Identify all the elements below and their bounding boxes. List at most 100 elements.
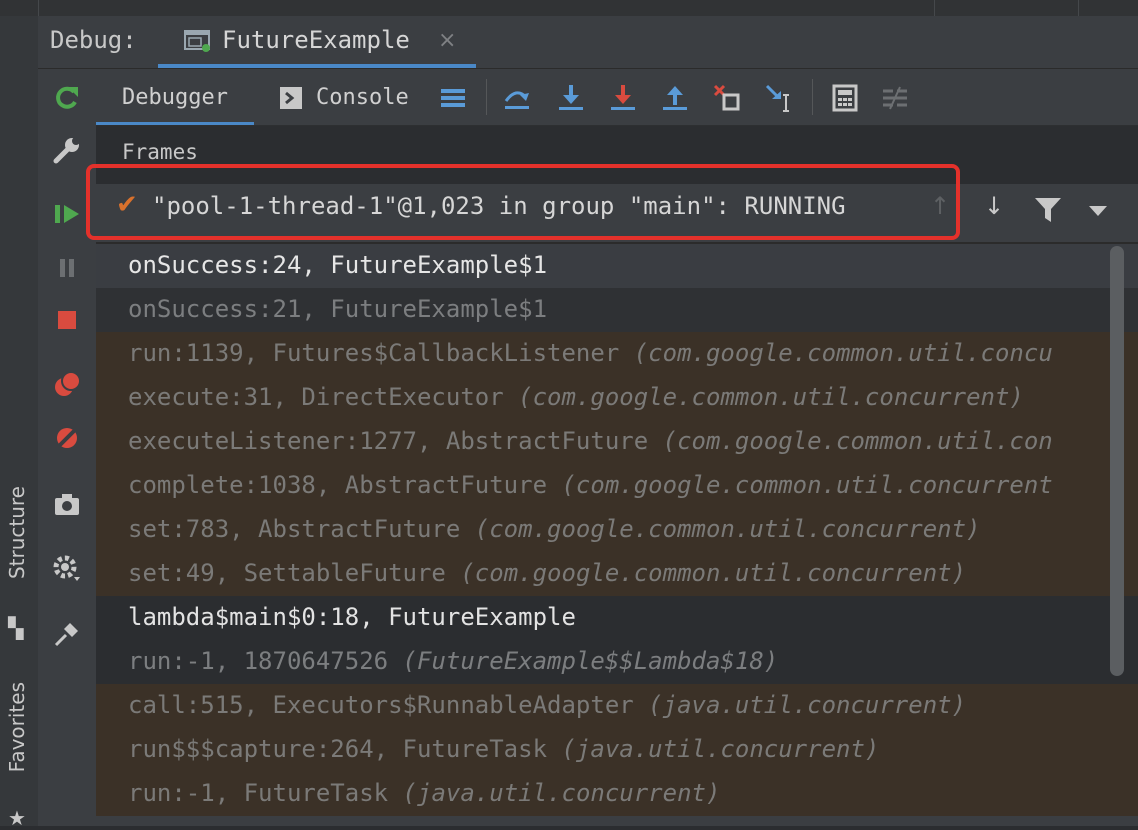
thread-highlight-box xyxy=(86,164,960,240)
frame-method: lambda$main$0:18, FutureExample xyxy=(128,603,576,631)
frame-row[interactable]: run:-1, 1870647526 (FutureExample$$Lambd… xyxy=(96,640,1138,684)
tab-debugger[interactable]: Debugger xyxy=(96,69,254,125)
frame-row[interactable]: lambda$main$0:18, FutureExample xyxy=(96,596,1138,640)
frame-method: run:1139, Futures$CallbackListener xyxy=(128,339,634,367)
view-breakpoints-icon[interactable] xyxy=(52,369,82,399)
rerun-icon[interactable] xyxy=(52,83,82,113)
frame-package: (com.google.common.util.concurrent) xyxy=(474,515,981,543)
divider xyxy=(934,0,935,16)
frame-row[interactable]: set:49, SettableFuture (com.google.commo… xyxy=(96,552,1138,596)
debug-tool-window-header: Debug: FutureExample × xyxy=(38,16,1138,69)
frame-row[interactable]: complete:1038, AbstractFuture (com.googl… xyxy=(96,464,1138,508)
structure-label: Structure xyxy=(5,486,29,580)
force-step-into-icon[interactable] xyxy=(608,83,638,113)
frame-package: (com.google.common.util.concurrent) xyxy=(460,559,967,587)
frame-row[interactable]: call:515, Executors$RunnableAdapter (jav… xyxy=(96,684,1138,728)
step-into-icon[interactable] xyxy=(556,83,586,113)
resume-icon[interactable] xyxy=(52,199,82,229)
top-strip xyxy=(0,0,1138,16)
frame-method: execute:31, DirectExecutor xyxy=(128,383,519,411)
frame-row[interactable]: set:783, AbstractFuture (com.google.comm… xyxy=(96,508,1138,552)
trace-icon[interactable] xyxy=(880,83,910,113)
star-icon[interactable]: ★ xyxy=(8,806,26,830)
frame-method: executeListener:1277, AbstractFuture xyxy=(128,427,663,455)
frame-package: (com.google.common.util.concurrent) xyxy=(518,383,1024,411)
divider xyxy=(486,79,487,115)
settings-gear-icon[interactable] xyxy=(52,553,82,583)
layout-menu-icon[interactable] xyxy=(438,83,468,113)
next-frame-arrow-icon[interactable]: ↓ xyxy=(984,192,1004,220)
divider xyxy=(812,79,813,115)
frame-text: run:1139, Futures$CallbackListener (com.… xyxy=(128,339,1053,367)
bottom-strip xyxy=(96,816,1138,826)
frame-row[interactable]: onSuccess:21, FutureExample$1 xyxy=(96,288,1138,332)
frames-scrollbar[interactable] xyxy=(1110,246,1124,676)
frame-method: set:49, SettableFuture xyxy=(128,559,461,587)
frame-text: lambda$main$0:18, FutureExample xyxy=(128,603,576,631)
filter-icon[interactable] xyxy=(1034,197,1062,223)
debug-title: Debug: xyxy=(50,26,137,54)
run-config-tab[interactable]: FutureExample × xyxy=(158,16,476,68)
frame-method: run:-1, 1870647526 xyxy=(128,647,403,675)
camera-icon[interactable] xyxy=(52,489,82,519)
active-tab-indicator xyxy=(96,122,254,125)
structure-icon[interactable]: ▚ xyxy=(8,616,23,640)
evaluate-expression-icon[interactable] xyxy=(830,83,860,113)
console-icon xyxy=(280,87,302,109)
frame-method: run$$$capture:264, FutureTask xyxy=(128,735,562,763)
frame-method: set:783, AbstractFuture xyxy=(128,515,475,543)
stop-icon[interactable] xyxy=(52,305,82,335)
frame-text: run$$$capture:264, FutureTask (java.util… xyxy=(128,735,879,763)
chevron-down-icon[interactable] xyxy=(1088,205,1108,217)
frame-method: run:-1, FutureTask xyxy=(128,779,403,807)
frame-package: (FutureExample$$Lambda$18) xyxy=(402,647,779,675)
show-execution-point-icon[interactable] xyxy=(502,83,532,113)
tab-console-label: Console xyxy=(316,85,409,110)
application-icon xyxy=(184,30,210,52)
frame-text: set:783, AbstractFuture (com.google.comm… xyxy=(128,515,981,543)
frame-package: (java.util.concurrent) xyxy=(648,691,967,719)
frame-text: call:515, Executors$RunnableAdapter (jav… xyxy=(128,691,966,719)
frame-method: onSuccess:21, FutureExample$1 xyxy=(128,295,548,323)
pause-icon[interactable] xyxy=(52,253,82,283)
structure-tool-button[interactable]: Structure xyxy=(5,486,29,579)
debugger-toolbar: Debugger Console xyxy=(96,69,1138,126)
frame-package: (com.google.common.util.concurrent xyxy=(561,471,1053,499)
frame-text: set:49, SettableFuture (com.google.commo… xyxy=(128,559,966,587)
frame-text: run:-1, 1870647526 (FutureExample$$Lambd… xyxy=(128,647,778,675)
frame-row[interactable]: run$$$capture:264, FutureTask (java.util… xyxy=(96,728,1138,772)
frame-method: call:515, Executors$RunnableAdapter xyxy=(128,691,649,719)
frames-list[interactable]: onSuccess:24, FutureExample$1 onSuccess:2… xyxy=(96,242,1138,826)
frame-text: execute:31, DirectExecutor (com.google.c… xyxy=(128,383,1024,411)
favorites-tool-button[interactable]: Favorites xyxy=(5,682,29,772)
run-to-cursor-icon[interactable] xyxy=(764,83,794,113)
frame-package: (java.util.concurrent) xyxy=(561,735,880,763)
frame-text: onSuccess:21, FutureExample$1 xyxy=(128,295,547,323)
frame-row[interactable]: run:1139, Futures$CallbackListener (com.… xyxy=(96,332,1138,376)
favorites-label: Favorites xyxy=(5,682,29,773)
frame-row[interactable]: onSuccess:24, FutureExample$1 xyxy=(96,244,1138,288)
run-tab-label: FutureExample xyxy=(222,26,410,54)
step-out-icon[interactable] xyxy=(660,83,690,113)
active-tab-indicator xyxy=(158,64,476,68)
divider xyxy=(1078,0,1079,16)
drop-frame-icon[interactable] xyxy=(712,83,742,113)
left-tool-strip: Structure ▚ Favorites ★ xyxy=(0,16,39,830)
close-icon[interactable]: × xyxy=(438,28,456,53)
frame-text: complete:1038, AbstractFuture (com.googl… xyxy=(128,471,1053,499)
settings-wrench-icon[interactable] xyxy=(52,135,82,165)
frame-package: (com.google.common.util.concu xyxy=(633,339,1053,367)
frame-text: run:-1, FutureTask (java.util.concurrent… xyxy=(128,779,720,807)
frame-row[interactable]: execute:31, DirectExecutor (com.google.c… xyxy=(96,376,1138,420)
frame-row[interactable]: executeListener:1277, AbstractFuture (co… xyxy=(96,420,1138,464)
previous-frame-arrow-icon[interactable]: ↑ xyxy=(930,192,950,220)
tab-console[interactable]: Console xyxy=(266,69,416,125)
frame-package: (java.util.concurrent) xyxy=(402,779,721,807)
frame-row[interactable]: run:-1, FutureTask (java.util.concurrent… xyxy=(96,772,1138,816)
frame-text: executeListener:1277, AbstractFuture (co… xyxy=(128,427,1053,455)
pin-icon[interactable] xyxy=(52,619,82,649)
mute-breakpoints-icon[interactable] xyxy=(52,423,82,453)
frame-method: complete:1038, AbstractFuture xyxy=(128,471,562,499)
frame-text: onSuccess:24, FutureExample$1 xyxy=(128,251,547,279)
frame-method: onSuccess:24, FutureExample$1 xyxy=(128,251,548,279)
